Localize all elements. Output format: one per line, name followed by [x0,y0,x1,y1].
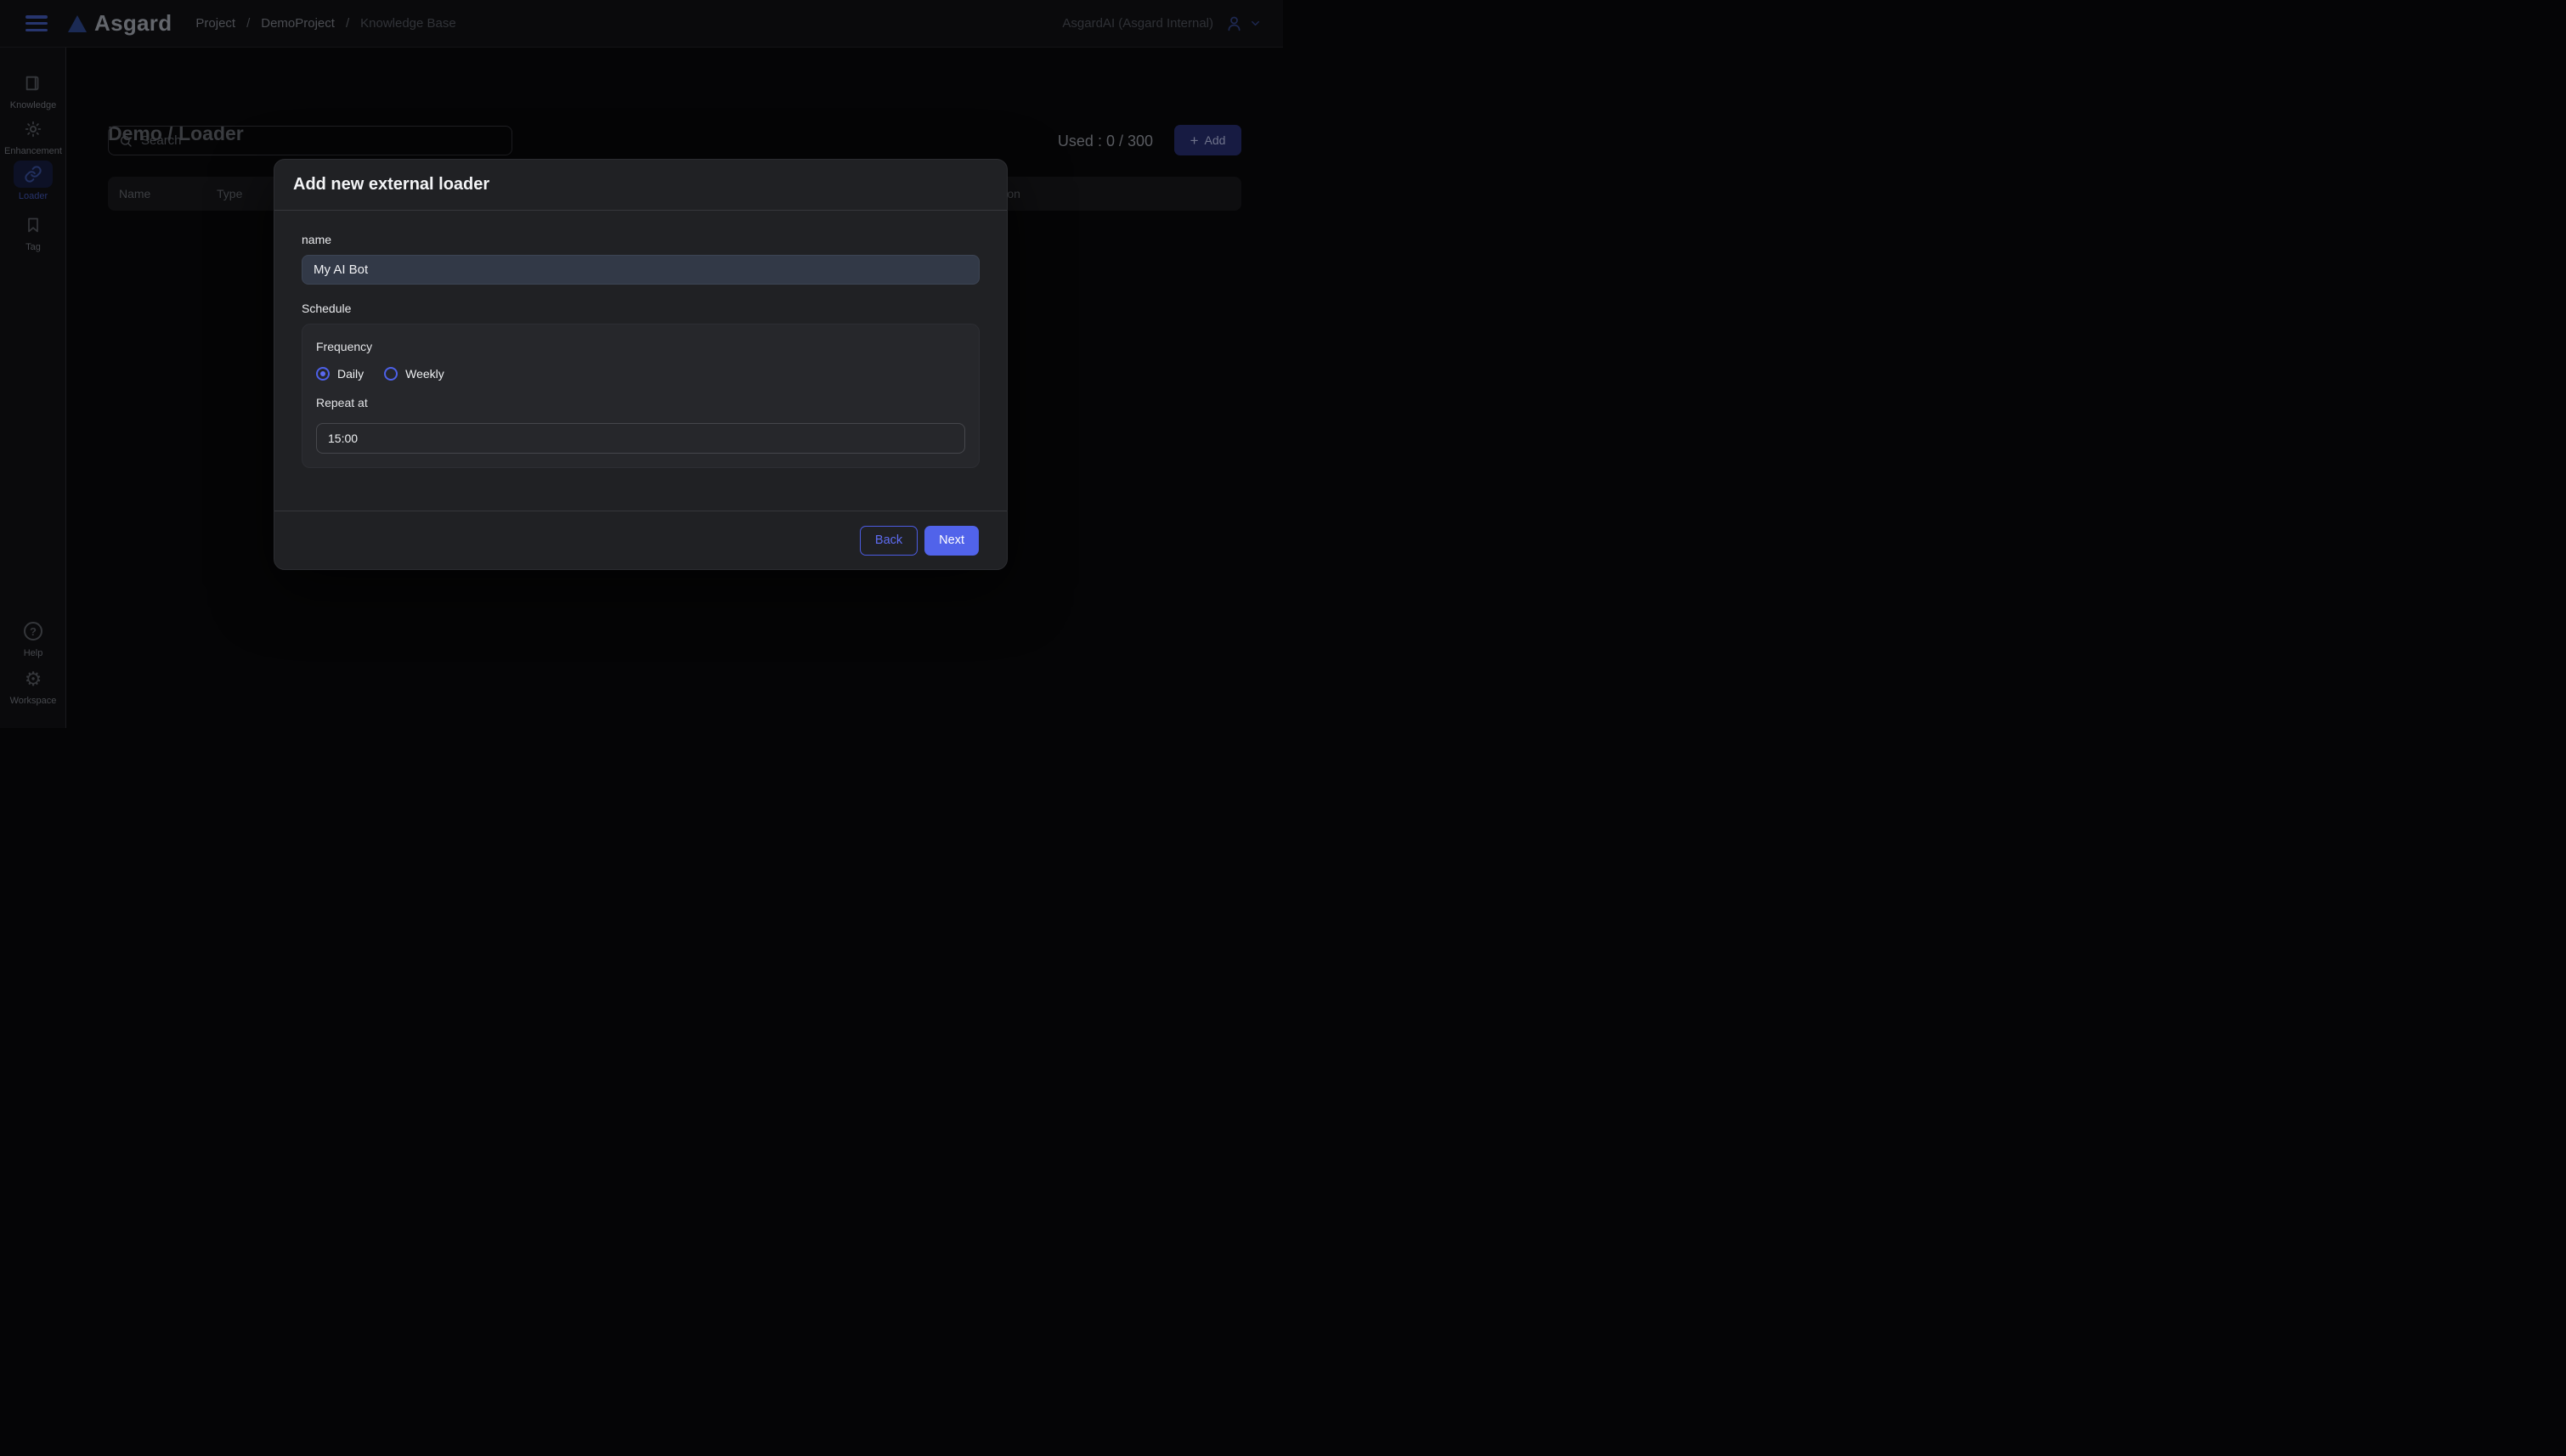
modal-title: Add new external loader [293,175,489,195]
breadcrumb-demoproject[interactable]: DemoProject [261,16,335,31]
user-menu[interactable]: AsgardAI (Asgard Internal) [1062,14,1262,32]
sidebar-item-enhancement[interactable]: Enhancement [0,116,66,156]
radio-weekly-label: Weekly [405,367,444,381]
gear-icon: ⚙ [14,665,53,692]
radio-weekly[interactable] [384,367,398,381]
name-label: name [302,231,980,248]
search-input[interactable] [141,133,501,148]
usage-counter: Used : 0 / 300 [1058,133,1153,150]
sidebar-item-knowledge[interactable]: Knowledge [0,70,66,110]
repeat-time-input[interactable] [316,423,965,454]
add-external-loader-modal: Add new external loader name Schedule Fr… [274,159,1008,570]
sidebar: Knowledge Enhancement Loa [0,48,66,728]
search-icon [119,134,133,148]
sidebar-item-label: Help [24,648,43,658]
breadcrumb-project[interactable]: Project [195,16,235,31]
top-header: Asgard Project / DemoProject / Knowledge… [0,0,1283,48]
triangle-logo [68,15,87,32]
sidebar-item-workspace[interactable]: ⚙ Workspace [0,665,66,706]
sidebar-item-help[interactable]: ? Help [0,618,66,658]
name-input[interactable] [302,255,980,285]
add-button[interactable]: + Add [1174,125,1241,155]
modal-body: name Schedule Frequency Daily Weekly Rep… [274,211,1007,468]
sidebar-item-label: Enhancement [4,146,62,156]
sidebar-item-loader[interactable]: Loader [0,161,66,201]
bookmark-icon [14,212,53,239]
radio-daily-label: Daily [337,367,364,381]
app-root: Asgard Project / DemoProject / Knowledge… [0,0,1283,728]
next-button[interactable]: Next [924,526,979,556]
sidebar-item-label: Tag [25,242,41,252]
modal-header: Add new external loader [274,160,1007,211]
schedule-card: Frequency Daily Weekly Repeat at [302,324,980,468]
column-header-name: Name [119,177,150,211]
radio-option-daily[interactable]: Daily [316,367,364,381]
frequency-label: Frequency [316,338,965,355]
sidebar-item-tag[interactable]: Tag [0,212,66,252]
plus-icon: + [1190,133,1199,148]
frequency-radio-group: Daily Weekly [316,367,965,381]
add-button-label: Add [1205,133,1226,147]
person-icon[interactable] [1225,14,1243,32]
breadcrumb-knowledge-base[interactable]: Knowledge Base [360,16,456,31]
sidebar-item-label: Knowledge [10,100,56,110]
radio-daily[interactable] [316,367,330,381]
breadcrumb-separator: / [346,16,349,31]
chevron-down-icon[interactable] [1249,17,1262,30]
hamburger-icon[interactable] [25,15,48,31]
modal-footer: Back Next [274,511,1007,569]
column-header-type: Type [217,177,242,211]
link-icon [14,161,53,188]
radio-option-weekly[interactable]: Weekly [384,367,444,381]
question-circle-icon: ? [14,618,53,645]
user-label[interactable]: AsgardAI (Asgard Internal) [1062,16,1213,31]
breadcrumb-separator: / [246,16,250,31]
repeat-at-label: Repeat at [316,394,965,411]
brand-name[interactable]: Asgard [94,10,172,37]
search-box [108,126,512,155]
breadcrumb: Project / DemoProject / Knowledge Base [195,16,455,31]
schedule-label: Schedule [302,300,980,317]
sidebar-item-label: Workspace [10,696,57,706]
back-button[interactable]: Back [860,526,918,556]
sidebar-item-label: Loader [19,191,48,201]
sun-icon [14,116,53,143]
book-icon [14,70,53,97]
